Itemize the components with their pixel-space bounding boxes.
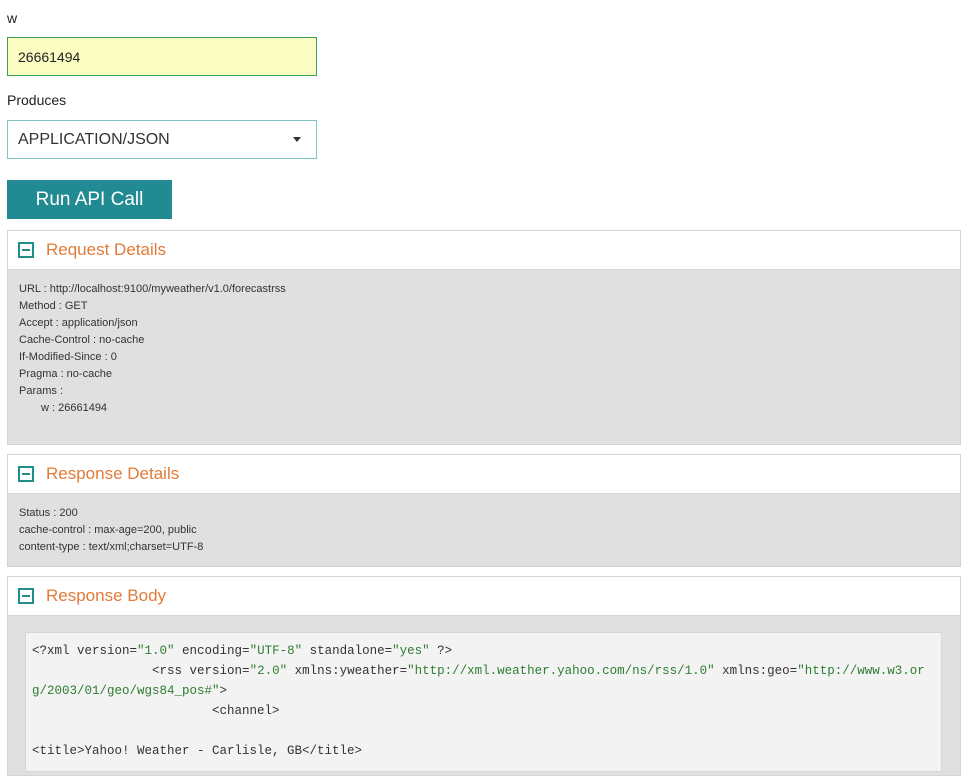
w-input[interactable] <box>7 37 317 76</box>
collapse-icon[interactable] <box>18 588 34 604</box>
request-param-w: w : 26661494 <box>41 402 108 414</box>
chevron-down-icon <box>293 137 301 142</box>
response-body-title: Response Body <box>46 586 167 605</box>
response-details-panel: Response Details Status : 200 cache-cont… <box>7 454 961 567</box>
response-details-title: Response Details <box>46 464 180 483</box>
response-details-body: Status : 200 cache-control : max-age=200… <box>8 494 960 556</box>
request-details-panel: Request Details URL : http://localhost:9… <box>7 230 961 445</box>
request-details-title: Request Details <box>46 240 167 259</box>
response-details-header[interactable]: Response Details <box>8 455 960 494</box>
produces-label: Produces <box>7 92 67 108</box>
response-content-type: content-type : text/xml;charset=UTF-8 <box>19 541 204 553</box>
produces-select[interactable]: APPLICATION/JSON <box>7 120 317 159</box>
response-body-header[interactable]: Response Body <box>8 577 960 616</box>
run-api-call-button[interactable]: Run API Call <box>7 180 172 219</box>
request-pragma: Pragma : no-cache <box>19 368 112 380</box>
request-accept: Accept : application/json <box>19 317 138 329</box>
produces-selected-value: APPLICATION/JSON <box>18 130 170 148</box>
request-method: Method : GET <box>19 300 88 312</box>
request-params-label: Params : <box>19 385 64 397</box>
rss-line: <rss version="2.0" xmlns:yweather="http:… <box>32 664 925 698</box>
request-details-header[interactable]: Request Details <box>8 231 960 270</box>
request-url: URL : http://localhost:9100/myweather/v1… <box>19 283 286 295</box>
w-label: w <box>7 10 18 26</box>
response-body-code: <?xml version="1.0" encoding="UTF-8" sta… <box>25 632 942 772</box>
title-line: <title>Yahoo! Weather - Carlisle, GB</ti… <box>32 744 363 758</box>
collapse-icon[interactable] <box>18 466 34 482</box>
channel-line: <channel> <box>32 704 280 718</box>
request-details-body: URL : http://localhost:9100/myweather/v1… <box>8 270 960 417</box>
collapse-icon[interactable] <box>18 242 34 258</box>
response-cache-control: cache-control : max-age=200, public <box>19 524 197 536</box>
response-body-panel: Response Body <?xml version="1.0" encodi… <box>7 576 961 776</box>
xml-decl-line: <?xml version="1.0" encoding="UTF-8" sta… <box>32 644 453 658</box>
request-cache-control: Cache-Control : no-cache <box>19 334 145 346</box>
response-status: Status : 200 <box>19 507 78 519</box>
request-if-modified-since: If-Modified-Since : 0 <box>19 351 117 363</box>
